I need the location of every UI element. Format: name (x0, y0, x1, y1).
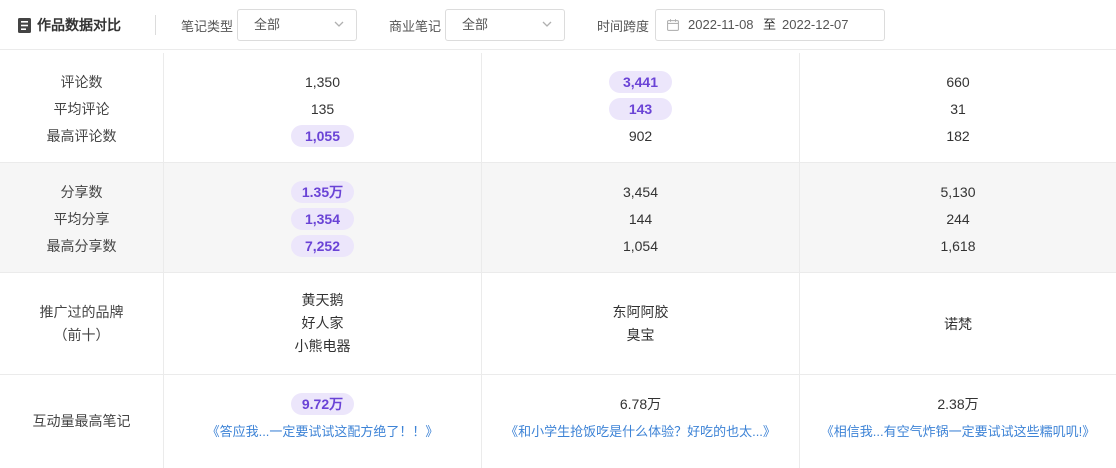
note-type-select[interactable]: 全部 (237, 9, 357, 41)
date-start[interactable]: 2022-11-08 (688, 10, 754, 40)
document-icon (18, 17, 31, 33)
brand-name: 小熊电器 (294, 338, 351, 354)
top-note-link[interactable]: 《答应我...一定要试试这配方绝了！！》 (207, 418, 439, 445)
top-note-col-3: 2.38万 《相信我...有空气炸锅一定要试试这些糯叽叽!》 (800, 375, 1116, 468)
brand-name: 臭宝 (626, 327, 655, 343)
shares-row: 分享数 平均分享 最高分享数 1.35万 1,354 7,252 3,454 1… (0, 163, 1116, 273)
shares-col-3: 5,130 244 1,618 (800, 163, 1116, 272)
comment-count: 1,350 (304, 74, 341, 90)
shares-label-cell: 分享数 平均分享 最高分享数 (0, 163, 164, 272)
chevron-down-icon (334, 21, 344, 27)
share-count: 5,130 (940, 184, 976, 200)
top-note-link[interactable]: 《相信我...有空气炸锅一定要试试这些糯叽叽!》 (821, 418, 1095, 445)
top-interaction-highlight: 9.72万 (291, 393, 354, 415)
comments-col-1: 1,350 135 1,055 (164, 53, 482, 162)
top-note-col-2: 6.78万 《和小学生抢饭吃是什么体验？好吃的也太...》 (482, 375, 800, 468)
row-label: 平均分享 (53, 211, 110, 227)
note-type-label: 笔记类型 (181, 19, 234, 34)
avg-share-highlight: 1,354 (291, 208, 354, 230)
business-note-label: 商业笔记 (389, 19, 442, 34)
row-label: 互动量最高笔记 (32, 413, 131, 429)
note-type-value: 全部 (254, 17, 281, 32)
brands-col-2: 东阿阿胶 臭宝 (482, 273, 800, 374)
avg-comment: 135 (310, 101, 335, 117)
chevron-down-icon (542, 21, 552, 27)
comment-count: 660 (946, 74, 970, 90)
avg-share: 144 (628, 211, 653, 227)
avg-share: 244 (946, 211, 970, 227)
top-note-link[interactable]: 《和小学生抢饭吃是什么体验？好吃的也太...》 (505, 418, 776, 445)
top-interaction-value: 6.78万 (619, 396, 662, 412)
share-count-highlight: 1.35万 (291, 181, 354, 203)
date-end[interactable]: 2022-12-07 (782, 10, 849, 40)
comments-col-2: 3,441 143 902 (482, 53, 800, 162)
max-comment: 902 (628, 128, 653, 144)
page-title-text: 作品数据对比 (37, 17, 121, 33)
max-share: 1,054 (622, 238, 659, 254)
brand-name: 东阿阿胶 (612, 304, 669, 320)
row-label: 平均评论 (53, 101, 110, 117)
business-note-select[interactable]: 全部 (445, 9, 565, 41)
comment-count-highlight: 3,441 (609, 71, 672, 93)
page-title: 作品数据对比 (18, 15, 121, 35)
toolbar-divider (155, 15, 156, 35)
shares-col-2: 3,454 144 1,054 (482, 163, 800, 272)
max-share: 1,618 (940, 238, 976, 254)
toolbar: 作品数据对比 笔记类型 全部 商业笔记 全部 时间跨度 2022-11-08 至… (0, 0, 1116, 50)
calendar-icon (667, 19, 679, 31)
date-separator: 至 (763, 17, 777, 32)
brand-name: 诺梵 (944, 316, 972, 332)
top-interaction-value: 2.38万 (937, 396, 979, 412)
row-label: （前十） (53, 327, 110, 343)
brand-name: 黄天鹅 (301, 292, 344, 308)
max-comment-highlight: 1,055 (291, 125, 354, 147)
max-share-highlight: 7,252 (291, 235, 354, 257)
row-label: 评论数 (60, 74, 103, 90)
business-note-value: 全部 (462, 17, 489, 32)
time-span-label: 时间跨度 (597, 19, 650, 34)
row-label: 最高分享数 (46, 238, 117, 254)
brands-col-3: 诺梵 (800, 273, 1116, 374)
avg-comment-highlight: 143 (609, 98, 672, 120)
brands-col-1: 黄天鹅 好人家 小熊电器 (164, 273, 482, 374)
comments-col-3: 660 31 182 (800, 53, 1116, 162)
top-note-row: 互动量最高笔记 9.72万 《答应我...一定要试试这配方绝了！！》 6.78万… (0, 375, 1116, 468)
comments-label-cell: 评论数 平均评论 最高评论数 (0, 53, 164, 162)
row-label: 推广过的品牌 (39, 304, 124, 320)
share-count: 3,454 (622, 184, 659, 200)
avg-comment: 31 (950, 101, 966, 117)
top-note-col-1: 9.72万 《答应我...一定要试试这配方绝了！！》 (164, 375, 482, 468)
row-label: 最高评论数 (46, 128, 117, 144)
max-comment: 182 (946, 128, 970, 144)
brands-row: 推广过的品牌 （前十） 黄天鹅 好人家 小熊电器 东阿阿胶 臭宝 诺梵 (0, 273, 1116, 375)
brand-name: 好人家 (301, 315, 344, 331)
top-note-label-cell: 互动量最高笔记 (0, 375, 164, 468)
comments-row: 评论数 平均评论 最高评论数 1,350 135 1,055 3,441 143… (0, 53, 1116, 163)
row-label: 分享数 (60, 184, 103, 200)
brands-label-cell: 推广过的品牌 （前十） (0, 273, 164, 374)
shares-col-1: 1.35万 1,354 7,252 (164, 163, 482, 272)
date-range-picker[interactable]: 2022-11-08 至 2022-12-07 (655, 9, 885, 41)
